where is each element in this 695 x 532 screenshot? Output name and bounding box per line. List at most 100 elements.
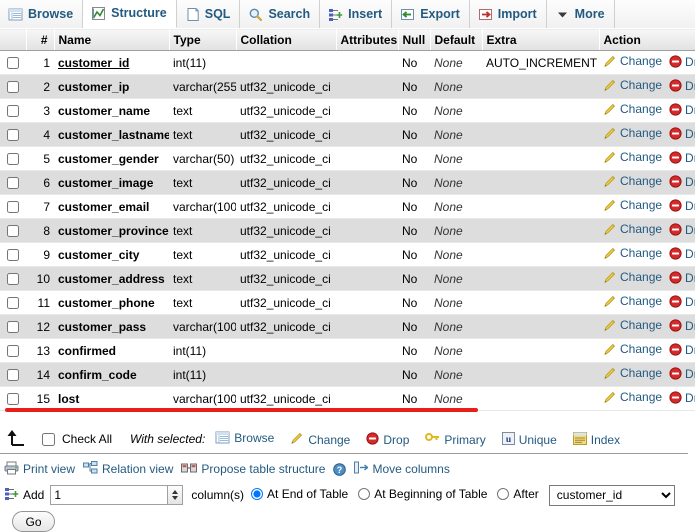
- row-checkbox-cell[interactable]: [0, 290, 26, 315]
- row-checkbox-cell[interactable]: [0, 194, 26, 219]
- row-checkbox[interactable]: [7, 321, 19, 334]
- nav-tab-insert[interactable]: Insert: [320, 0, 393, 28]
- table-row[interactable]: 1 customer_id int(11) No None AUTO_INCREMENT C…: [0, 50, 695, 75]
- drop-action[interactable]: Dro: [669, 271, 695, 285]
- change-action[interactable]: Change: [603, 270, 662, 284]
- table-row[interactable]: 10 customer_address text utf32_unicode_ci No…: [0, 266, 695, 291]
- header-null[interactable]: Null: [398, 28, 431, 51]
- table-row[interactable]: 7 customer_email varchar(100) utf32_unicode…: [0, 194, 695, 219]
- change-action[interactable]: Change: [603, 78, 662, 92]
- drop-action[interactable]: Dro: [669, 127, 695, 141]
- table-row[interactable]: 13 confirmed int(11) NoNone Change Dro: [0, 338, 695, 363]
- drop-action[interactable]: Dro: [669, 391, 695, 405]
- nav-tab-export[interactable]: Export: [392, 0, 470, 28]
- header-type[interactable]: Type: [169, 28, 237, 51]
- change-action[interactable]: Change: [603, 222, 662, 236]
- row-checkbox-cell[interactable]: [0, 98, 26, 123]
- drop-action[interactable]: Dro: [669, 175, 695, 189]
- nav-tab-structure[interactable]: Structure: [83, 0, 177, 28]
- with-selected-browse[interactable]: Browse: [215, 430, 274, 445]
- row-checkbox-cell[interactable]: [0, 218, 26, 243]
- position-option-0[interactable]: At End of Table: [251, 487, 348, 501]
- change-action[interactable]: Change: [603, 54, 662, 68]
- row-checkbox[interactable]: [7, 345, 19, 358]
- header-collation[interactable]: Collation: [236, 28, 337, 51]
- table-row[interactable]: 15 lost varchar(100) utf32_unicode_ci No None…: [0, 386, 695, 411]
- position-option-2[interactable]: After: [497, 487, 539, 501]
- nav-tab-import[interactable]: Import: [469, 0, 547, 28]
- drop-action[interactable]: Dro: [669, 367, 695, 381]
- change-action[interactable]: Change: [603, 174, 662, 188]
- row-checkbox-cell[interactable]: [0, 386, 26, 411]
- row-checkbox[interactable]: [7, 369, 19, 382]
- header-attributes[interactable]: Attributes: [336, 28, 399, 51]
- header-num[interactable]: #: [26, 28, 55, 51]
- go-button[interactable]: Go: [12, 511, 55, 532]
- row-checkbox-cell[interactable]: [0, 242, 26, 267]
- with-selected-unique[interactable]: u Unique: [501, 432, 557, 448]
- row-checkbox-cell[interactable]: [0, 146, 26, 171]
- column-count-stepper[interactable]: [168, 485, 184, 505]
- table-row[interactable]: 5 customer_gender varchar(50) utf32_unicode…: [0, 146, 695, 171]
- drop-action[interactable]: Dro: [669, 223, 695, 237]
- link-relation-view[interactable]: Relation view: [83, 460, 173, 478]
- column-count-input[interactable]: [50, 485, 169, 505]
- header-extra[interactable]: Extra: [482, 28, 600, 51]
- drop-action[interactable]: Dro: [669, 79, 695, 93]
- table-row[interactable]: 9 customer_city text utf32_unicode_ci No None…: [0, 242, 695, 267]
- change-action[interactable]: Change: [603, 198, 662, 212]
- drop-action[interactable]: Dro: [669, 343, 695, 357]
- with-selected-primary[interactable]: Primary: [425, 431, 486, 448]
- row-checkbox[interactable]: [7, 57, 19, 70]
- drop-action[interactable]: Dro: [669, 103, 695, 117]
- table-row[interactable]: 11 customer_phone text utf32_unicode_ci No No…: [0, 290, 695, 315]
- help-icon[interactable]: ?: [333, 462, 347, 476]
- link-move-columns[interactable]: Move columns: [354, 461, 450, 477]
- row-checkbox-cell[interactable]: [0, 122, 26, 147]
- change-action[interactable]: Change: [603, 342, 662, 356]
- row-checkbox[interactable]: [7, 105, 19, 118]
- drop-action[interactable]: Dro: [669, 247, 695, 261]
- change-action[interactable]: Change: [603, 390, 662, 404]
- change-action[interactable]: Change: [603, 294, 662, 308]
- position-radio[interactable]: [497, 488, 510, 500]
- change-action[interactable]: Change: [603, 102, 662, 116]
- change-action[interactable]: Change: [603, 318, 662, 332]
- with-selected-drop[interactable]: Drop: [366, 432, 409, 448]
- nav-tab-browse[interactable]: Browse: [0, 0, 84, 28]
- row-checkbox[interactable]: [7, 153, 19, 166]
- row-checkbox-cell[interactable]: [0, 362, 26, 387]
- change-action[interactable]: Change: [603, 150, 662, 164]
- row-checkbox-cell[interactable]: [0, 50, 26, 75]
- nav-tab-sql[interactable]: SQL: [176, 0, 241, 28]
- position-radio[interactable]: [358, 488, 371, 500]
- with-selected-index[interactable]: Index: [572, 432, 620, 448]
- change-action[interactable]: Change: [603, 246, 662, 260]
- header-default[interactable]: Default: [430, 28, 483, 51]
- check-all-control[interactable]: Check All: [38, 430, 112, 449]
- row-checkbox-cell[interactable]: [0, 74, 26, 99]
- drop-action[interactable]: Dro: [669, 151, 695, 165]
- nav-tab-more[interactable]: More: [546, 0, 615, 28]
- row-checkbox[interactable]: [7, 393, 19, 406]
- row-checkbox[interactable]: [7, 249, 19, 262]
- row-checkbox[interactable]: [7, 225, 19, 238]
- row-checkbox[interactable]: [7, 273, 19, 286]
- change-action[interactable]: Change: [603, 366, 662, 380]
- position-option-1[interactable]: At Beginning of Table: [358, 487, 487, 501]
- drop-action[interactable]: Dro: [669, 55, 695, 69]
- link-print-view[interactable]: Print view: [4, 461, 75, 478]
- row-checkbox-cell[interactable]: [0, 170, 26, 195]
- after-column-select[interactable]: customer_id: [548, 484, 675, 506]
- nav-tab-search[interactable]: Search: [240, 0, 321, 28]
- table-row[interactable]: 14 confirm_code int(11) NoNone Change Dro: [0, 362, 695, 387]
- drop-action[interactable]: Dro: [669, 319, 695, 333]
- drop-action[interactable]: Dro: [669, 295, 695, 309]
- with-selected-change[interactable]: Change: [290, 431, 350, 448]
- change-action[interactable]: Change: [603, 126, 662, 140]
- table-row[interactable]: 12 customer_pass varchar(100) utf32_unicode…: [0, 314, 695, 339]
- row-checkbox[interactable]: [7, 81, 19, 94]
- stepper-up-icon[interactable]: [172, 490, 179, 494]
- drop-action[interactable]: Dro: [669, 199, 695, 213]
- row-checkbox-cell[interactable]: [0, 266, 26, 291]
